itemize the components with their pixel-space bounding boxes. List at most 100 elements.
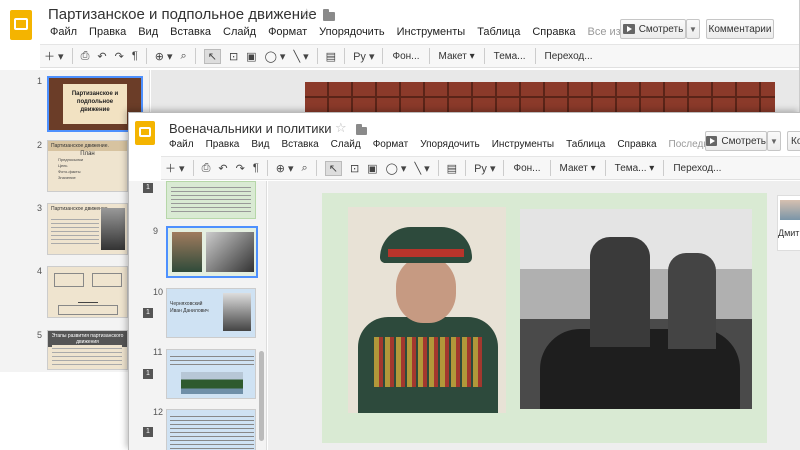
portrait-cap-band xyxy=(388,249,464,257)
menu-insert[interactable]: Вставка xyxy=(281,139,318,150)
present-button[interactable]: Смотреть xyxy=(705,131,767,151)
menu-help[interactable]: Справка xyxy=(617,139,656,150)
comment-icon[interactable]: ▤ xyxy=(326,50,336,63)
menu-view[interactable]: Вид xyxy=(138,26,158,38)
slide-thumbnail-11[interactable] xyxy=(166,349,256,399)
theme-button[interactable]: Тема... ▾ xyxy=(615,163,655,174)
textbox-icon[interactable]: ⊡ xyxy=(229,50,238,63)
redo-icon[interactable]: ↷ xyxy=(236,162,245,175)
photo-figure-left xyxy=(590,237,650,347)
menu-slide[interactable]: Слайд xyxy=(223,26,256,38)
star-icon[interactable]: ☆ xyxy=(300,5,313,23)
paint-format-icon[interactable]: ¶ xyxy=(132,50,138,62)
document-title[interactable]: Военачальники и политики xyxy=(169,121,332,136)
slide-9-photo xyxy=(206,232,254,272)
line-icon[interactable]: ╲ ▾ xyxy=(293,50,308,63)
star-icon[interactable]: ☆ xyxy=(335,120,347,136)
print-icon[interactable]: ⎙ xyxy=(81,50,90,63)
slide-11-landscape xyxy=(181,372,243,394)
menu-table[interactable]: Таблица xyxy=(566,139,605,150)
menu-edit[interactable]: Правка xyxy=(206,139,240,150)
menu-edit[interactable]: Правка xyxy=(89,26,126,38)
slides-logo-icon[interactable] xyxy=(10,10,32,40)
slide-number: 9 xyxy=(153,226,159,236)
slide-5-text-lines xyxy=(52,345,122,367)
shape-icon[interactable]: ◯ ▾ xyxy=(386,162,407,175)
add-icon[interactable]: ＋ ▾ xyxy=(165,160,185,176)
slides-logo-icon[interactable] xyxy=(135,121,155,145)
slide-2-items: Предпосылки Цель Фото-факты Значение xyxy=(58,157,84,180)
image-icon[interactable]: ▣ xyxy=(367,162,377,175)
menu-tools[interactable]: Инструменты xyxy=(492,139,554,150)
menu-tools[interactable]: Инструменты xyxy=(397,26,466,38)
theme-button[interactable]: Тема... xyxy=(494,51,526,62)
menu-table[interactable]: Таблица xyxy=(477,26,520,38)
textbox-icon[interactable]: ⊡ xyxy=(350,162,359,175)
add-icon[interactable]: ＋ ▾ xyxy=(44,48,64,64)
menu-bar: Файл Правка Вид Вставка Слайд Формат Упо… xyxy=(169,139,760,150)
present-label: Смотреть xyxy=(721,135,766,147)
background-button[interactable]: Фон... xyxy=(513,163,540,174)
present-button[interactable]: Смотреть xyxy=(620,19,686,39)
menu-format[interactable]: Формат xyxy=(268,26,307,38)
line-icon[interactable]: ╲ ▾ xyxy=(414,162,429,175)
menu-slide[interactable]: Слайд xyxy=(331,139,361,150)
select-tool-icon[interactable]: ↖ xyxy=(203,48,221,64)
slides-pane-scrollbar[interactable] xyxy=(259,351,264,441)
present-dropdown[interactable]: ▼ xyxy=(767,131,781,151)
slide-thumbnail-2[interactable]: Партизанское движение. План Предпосылки … xyxy=(47,140,128,192)
transition-button[interactable]: Переход... xyxy=(545,51,593,62)
present-dropdown[interactable]: ▼ xyxy=(686,19,700,39)
folder-icon[interactable] xyxy=(356,124,367,135)
avatar xyxy=(780,200,800,220)
redo-icon[interactable]: ↷ xyxy=(115,50,124,63)
paint-format-icon[interactable]: ¶ xyxy=(253,162,259,174)
comments-button[interactable]: Комментарии xyxy=(706,19,774,39)
layout-button[interactable]: Макет ▾ xyxy=(560,163,596,174)
slide-9-portrait xyxy=(172,232,202,272)
undo-icon[interactable]: ↶ xyxy=(218,162,227,175)
collaborator-card[interactable]: Дмит xyxy=(777,195,800,251)
zoom-fit-icon[interactable]: ⌕ xyxy=(302,162,308,175)
comments-button[interactable]: Ко xyxy=(787,131,800,151)
menu-help[interactable]: Справка xyxy=(532,26,575,38)
comment-icon[interactable]: ▤ xyxy=(447,162,457,175)
slide-8-text-lines xyxy=(171,184,251,214)
menu-file[interactable]: Файл xyxy=(169,139,194,150)
print-icon[interactable]: ⎙ xyxy=(202,162,211,175)
input-tools-icon[interactable]: Ру ▾ xyxy=(353,50,374,63)
zoom-icon[interactable]: ⊕ ▾ xyxy=(155,50,173,63)
slide-number: 12 xyxy=(153,407,164,417)
layout-button[interactable]: Макет ▾ xyxy=(439,51,475,62)
menu-arrange[interactable]: Упорядочить xyxy=(420,139,480,150)
transition-button[interactable]: Переход... xyxy=(673,163,721,174)
folder-icon[interactable] xyxy=(323,9,335,21)
slide-thumbnail-10[interactable]: Черняховский Иван Данилович xyxy=(166,288,256,338)
slide-thumbnail-4[interactable] xyxy=(47,266,128,318)
slide-thumbnail-12[interactable] xyxy=(166,409,256,450)
marshal-portrait-image[interactable] xyxy=(348,207,506,413)
slide-thumbnail-8[interactable] xyxy=(166,181,256,219)
portrait-face xyxy=(396,257,456,323)
slide-thumbnail-9[interactable] xyxy=(166,226,258,278)
slide-badge: 1 xyxy=(143,369,153,379)
menu-format[interactable]: Формат xyxy=(373,139,409,150)
slide-thumbnail-5[interactable]: Этапы развития партизанского движения xyxy=(47,330,128,370)
zoom-fit-icon[interactable]: ⌕ xyxy=(181,50,187,63)
slide-thumbnail-3[interactable]: Партизанское движение xyxy=(47,203,128,255)
input-tools-icon[interactable]: Ру ▾ xyxy=(474,162,495,175)
document-title[interactable]: Партизанское и подпольное движение xyxy=(48,6,317,23)
menu-view[interactable]: Вид xyxy=(251,139,269,150)
menu-insert[interactable]: Вставка xyxy=(170,26,211,38)
background-button[interactable]: Фон... xyxy=(392,51,419,62)
parade-photo-image[interactable] xyxy=(520,209,752,409)
menu-arrange[interactable]: Упорядочить xyxy=(319,26,384,38)
zoom-icon[interactable]: ⊕ ▾ xyxy=(276,162,294,175)
shape-icon[interactable]: ◯ ▾ xyxy=(265,50,286,63)
undo-icon[interactable]: ↶ xyxy=(97,50,106,63)
brick-slide[interactable] xyxy=(305,82,775,112)
image-icon[interactable]: ▣ xyxy=(246,50,256,63)
current-slide[interactable] xyxy=(322,193,767,443)
select-tool-icon[interactable]: ↖ xyxy=(324,160,342,176)
menu-file[interactable]: Файл xyxy=(50,26,77,38)
